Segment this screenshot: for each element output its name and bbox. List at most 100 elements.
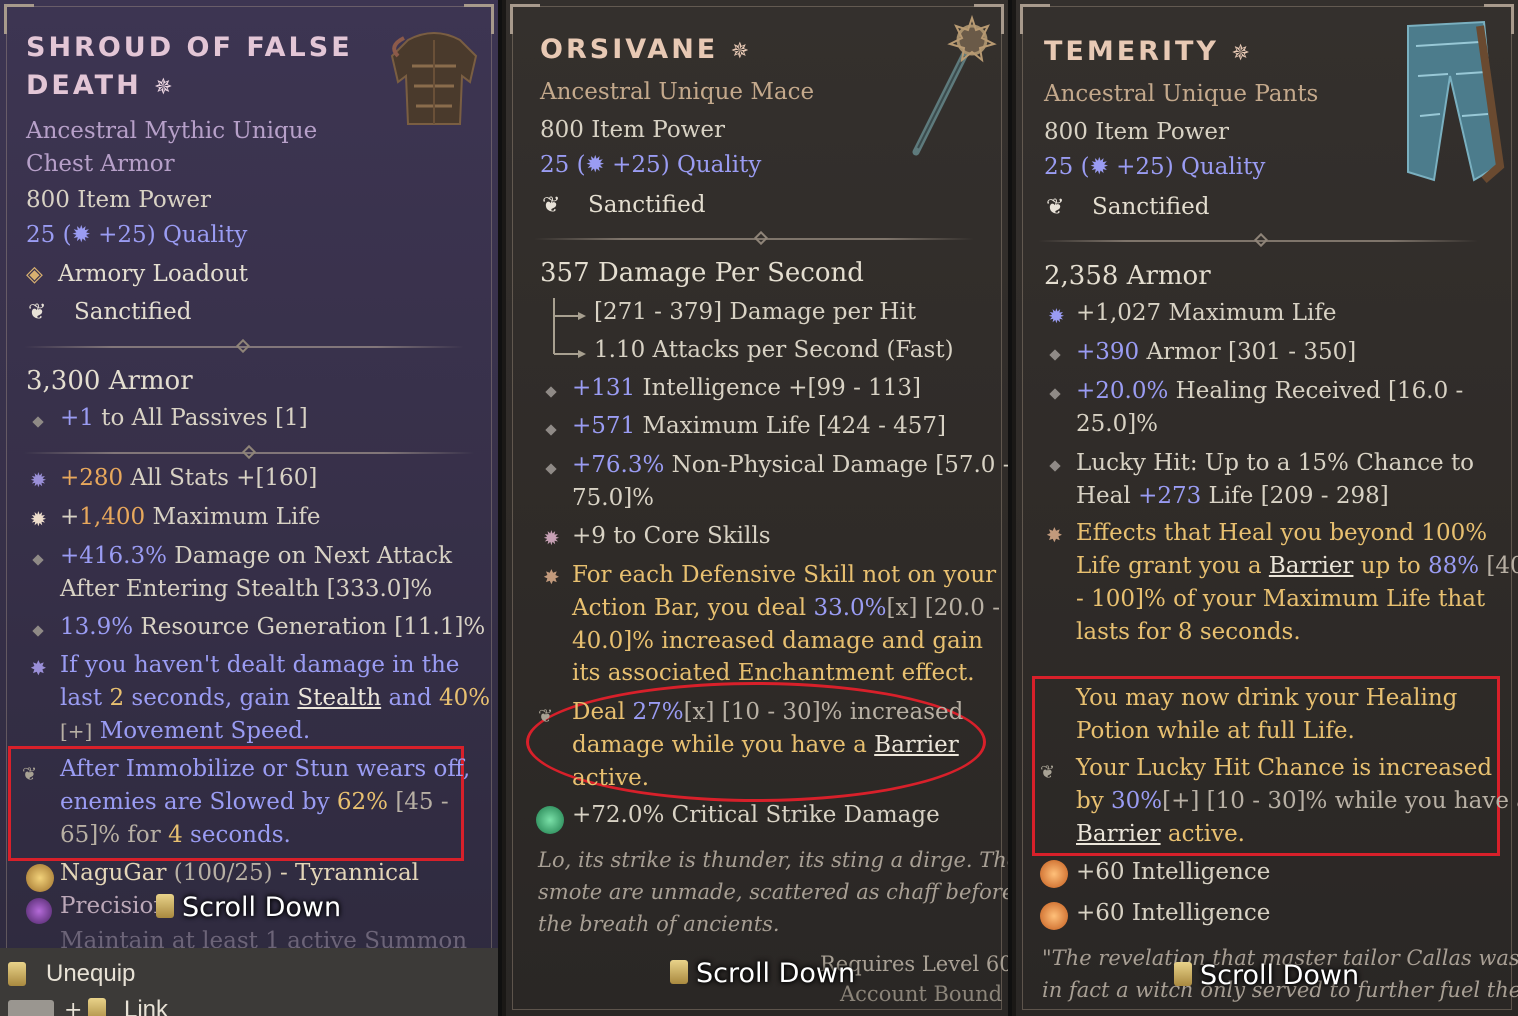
mythic-wings-icon: ❦ (22, 764, 38, 785)
rune-socket-text: NaguGar (100/25) - Tyrannical (60, 860, 420, 886)
implicit-affix: +1 to All Passives [1] (60, 405, 308, 431)
emerald-gem-icon (536, 806, 564, 834)
link-button[interactable]: Link (124, 996, 168, 1016)
unique-power-icon: ✸ (1046, 523, 1063, 547)
star-icon: ✵ (1231, 41, 1253, 66)
tooltip-panel-orsivane: ORSIVANE ✵ Ancestral Unique Mace 800 Ite… (506, 0, 1012, 1016)
affix-bullet-icon (545, 463, 557, 475)
item-quality: 25 (✹ +25) Quality (1044, 154, 1266, 180)
sanctified-power-line2: Potion while at full Life. (1076, 718, 1355, 744)
pants-icon (1407, 20, 1505, 184)
rune-socket-line2: Precision (60, 893, 169, 919)
mouse-key-icon (88, 998, 114, 1016)
sanctified-label: Sanctified (74, 299, 192, 325)
quality-gem-icon: ✹ (1089, 154, 1109, 180)
scroll-down-prompt[interactable]: Scroll Down (670, 958, 855, 989)
tree-connector-icon (553, 298, 586, 358)
tempered-affix-icon: ✹ (543, 526, 560, 550)
affix-bullet-icon (1049, 388, 1061, 400)
key-icon (670, 960, 688, 984)
key-icon (1174, 962, 1192, 986)
mythic-power-line1: After Immobilize or Stun wears off, (60, 756, 471, 782)
divider-ornament (241, 444, 257, 460)
item-type: Ancestral Unique Mace (540, 79, 815, 105)
affix-next-attack-damage-line2: After Entering Stealth [333.0]% (60, 576, 433, 602)
affix-non-physical-damage: +76.3% Non-Physical Damage [57.0 - (572, 452, 1011, 478)
scroll-down-prompt[interactable]: Scroll Down (156, 892, 341, 923)
unique-power-line1: For each Defensive Skill not on your (572, 562, 997, 588)
star-icon: ✵ (154, 75, 176, 100)
mythic-power-line2: enemies are Slowed by 62% [45 - (60, 789, 449, 815)
gem-intelligence-1: +60 Intelligence (1076, 859, 1271, 885)
sanctified-label: Sanctified (588, 192, 706, 218)
damage-per-second: 357 Damage Per Second (540, 258, 864, 288)
mythic-power-line3: 65]% for 4 seconds. (60, 822, 291, 848)
sanctified-wings-icon: ❦ (542, 193, 561, 218)
topaz-gem-icon (1040, 860, 1068, 888)
sanctified-label: Sanctified (1092, 194, 1210, 220)
affix-bullet-icon (545, 424, 557, 436)
damage-per-hit: [271 - 379] Damage per Hit (594, 299, 917, 325)
unique-power-line3: [+] Movement Speed. (60, 718, 311, 744)
greater-affix-icon: ✹ (30, 468, 47, 492)
unique-power-line1: If you haven't dealt damage in the (60, 652, 460, 678)
divider-ornament (235, 338, 251, 354)
item-type: Ancestral Mythic Unique (26, 118, 318, 144)
unique-power-line2: Action Bar, you deal 33.0%[x] [20.0 - (572, 595, 1001, 621)
action-bar: Unequip + Link (0, 948, 498, 1016)
rune-socket-icon (26, 898, 52, 924)
star-icon: ✵ (730, 39, 753, 64)
affix-lucky-hit-heal-line2: Heal +273 Life [209 - 298] (1076, 483, 1389, 509)
affix-healing-received-line2: 25.0]% (1076, 411, 1159, 437)
sanctified-wings-icon: ❦ (1046, 195, 1065, 220)
affix-all-stats: +280 All Stats +[160] (60, 465, 318, 491)
armor-value: 2,358 Armor (1044, 261, 1211, 291)
affix-intelligence: +131 Intelligence +[99 - 113] (572, 375, 922, 401)
item-type: Ancestral Unique Pants (1044, 81, 1319, 107)
tempered-affix-icon: ✹ (1048, 304, 1065, 328)
item-quality: 25 (✹ +25) Quality (26, 222, 248, 248)
sanctified-power-line2: damage while you have a Barrier (572, 732, 959, 758)
unique-power-line1: Effects that Heal you beyond 100% (1076, 520, 1488, 546)
item-type-line2: Chest Armor (26, 151, 175, 177)
item-quality: 25 (✹ +25) Quality (540, 152, 762, 178)
affix-bullet-icon (1049, 349, 1061, 361)
chest-armor-icon (390, 32, 478, 125)
unique-power-line2: Life grant you a Barrier up to 88% [40 (1076, 553, 1518, 579)
affix-bullet-icon (545, 386, 557, 398)
sanctified-power-icon: ❦ (1040, 762, 1056, 783)
affix-healing-received: +20.0% Healing Received [16.0 - (1076, 378, 1464, 404)
sanctified-power-line3: Your Lucky Hit Chance is increased (1076, 755, 1493, 781)
frame-corner (4, 4, 34, 34)
sanctified-power-line5: Barrier active. (1076, 821, 1245, 847)
affix-lucky-hit-heal: Lucky Hit: Up to a 15% Chance to (1076, 450, 1475, 476)
item-title: SHROUD OF FALSE (26, 32, 353, 63)
tooltip-panel-shroud: SHROUD OF FALSE DEATH ✵ Ancestral Mythic… (0, 0, 502, 1016)
sanctified-wings-icon: ❦ (28, 300, 47, 325)
greater-affix-icon: ✹ (30, 507, 47, 531)
link-plus: + (64, 998, 83, 1016)
attacks-per-second: 1.10 Attacks per Second (Fast) (594, 337, 954, 363)
mace-icon (912, 14, 997, 156)
affix-bullet-icon (32, 554, 44, 566)
account-bound: Account Bound (840, 982, 1003, 1006)
quality-gem-icon: ✹ (71, 222, 91, 248)
key-icon (156, 894, 174, 918)
scroll-down-prompt[interactable]: Scroll Down (1174, 960, 1359, 991)
gem-critical-strike-damage: +72.0% Critical Strike Damage (572, 802, 940, 828)
sanctified-power-line3: active. (572, 765, 650, 791)
item-title: ORSIVANE ✵ (540, 34, 753, 65)
item-power: 800 Item Power (26, 187, 211, 213)
unique-power-icon: ✸ (30, 656, 47, 680)
quality-gem-icon: ✹ (585, 152, 605, 178)
mouse-key-icon (8, 962, 34, 988)
affix-next-attack-damage: +416.3% Damage on Next Attack (60, 543, 453, 569)
item-title-line2: DEATH ✵ (26, 70, 176, 101)
affix-core-skills: +9 to Core Skills (572, 523, 771, 549)
item-title: TEMERITY ✵ (1044, 36, 1253, 67)
divider-ornament (1253, 232, 1269, 248)
sanctified-power-line4: by 30%[+] [10 - 30]% while you have a (1076, 788, 1518, 814)
unequip-button[interactable]: Unequip (46, 960, 135, 988)
affix-resource-generation: 13.9% Resource Generation [11.1]% (60, 614, 486, 640)
armory-loadout-icon: ◈ (26, 262, 43, 287)
